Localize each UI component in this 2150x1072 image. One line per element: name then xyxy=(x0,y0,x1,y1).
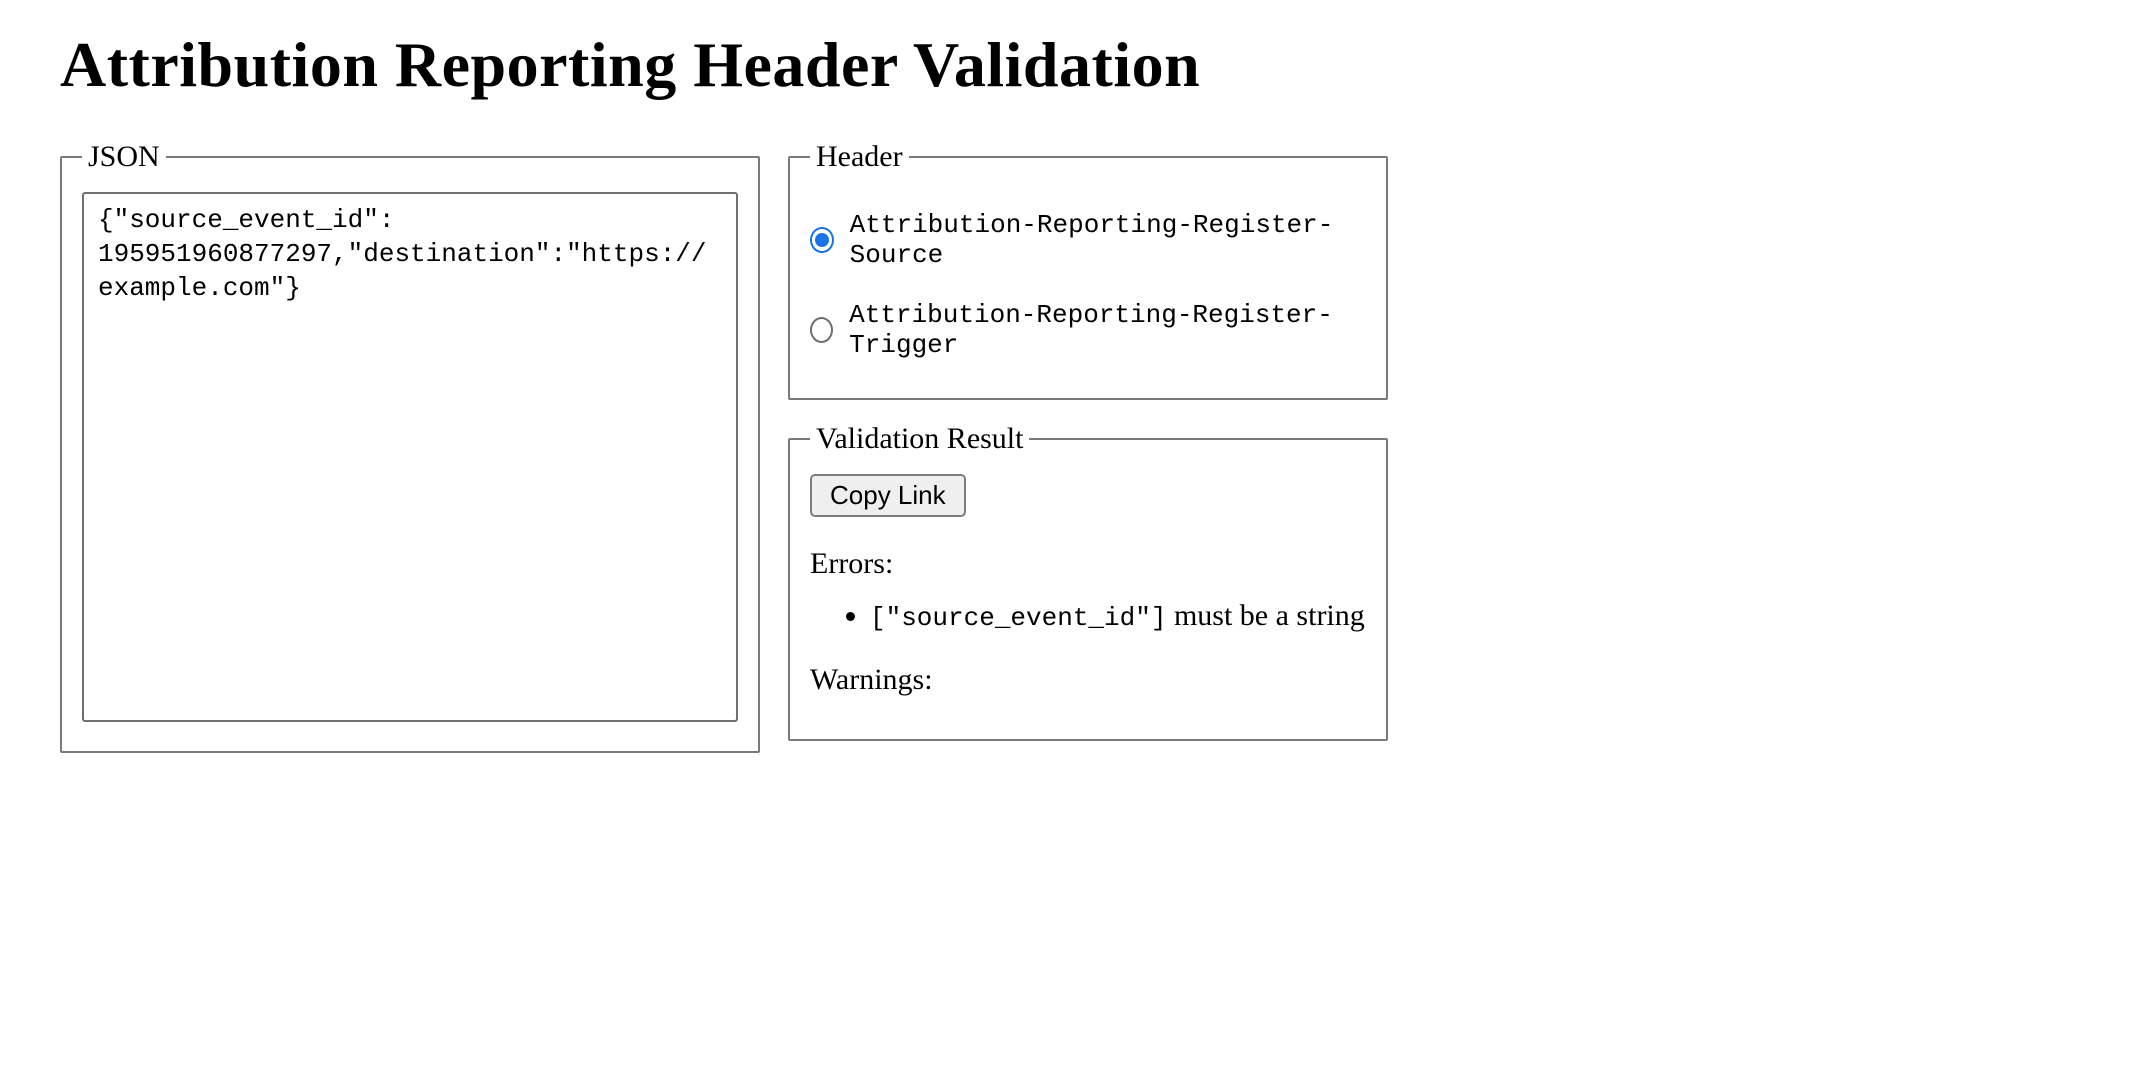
warnings-heading: Warnings: xyxy=(810,663,1366,697)
error-item: ["source_event_id"] must be a string xyxy=(870,599,1366,633)
errors-list: ["source_event_id"] must be a string xyxy=(810,599,1366,633)
radio-icon[interactable] xyxy=(810,227,834,253)
json-fieldset: JSON xyxy=(60,140,760,753)
validation-result-legend: Validation Result xyxy=(810,422,1029,456)
right-column: Header Attribution-Reporting-Register-So… xyxy=(788,140,1388,763)
page-title: Attribution Reporting Header Validation xyxy=(60,28,2090,102)
radio-label: Attribution-Reporting-Register-Source xyxy=(850,210,1366,270)
header-fieldset: Header Attribution-Reporting-Register-So… xyxy=(788,140,1388,400)
header-option-source[interactable]: Attribution-Reporting-Register-Source xyxy=(810,210,1366,270)
header-legend: Header xyxy=(810,140,909,174)
errors-heading: Errors: xyxy=(810,547,1366,581)
radio-label: Attribution-Reporting-Register-Trigger xyxy=(849,300,1366,360)
radio-icon[interactable] xyxy=(810,317,833,343)
json-legend: JSON xyxy=(82,140,166,174)
header-option-trigger[interactable]: Attribution-Reporting-Register-Trigger xyxy=(810,300,1366,360)
json-column: JSON xyxy=(60,140,760,775)
error-message: must be a string xyxy=(1174,599,1365,632)
json-input[interactable] xyxy=(82,192,738,722)
validation-result-fieldset: Validation Result Copy Link Errors: ["so… xyxy=(788,422,1388,741)
error-path: ["source_event_id"] xyxy=(870,603,1166,633)
copy-link-button[interactable]: Copy Link xyxy=(810,474,966,517)
main-columns: JSON Header Attribution-Reporting-Regist… xyxy=(60,140,2090,775)
